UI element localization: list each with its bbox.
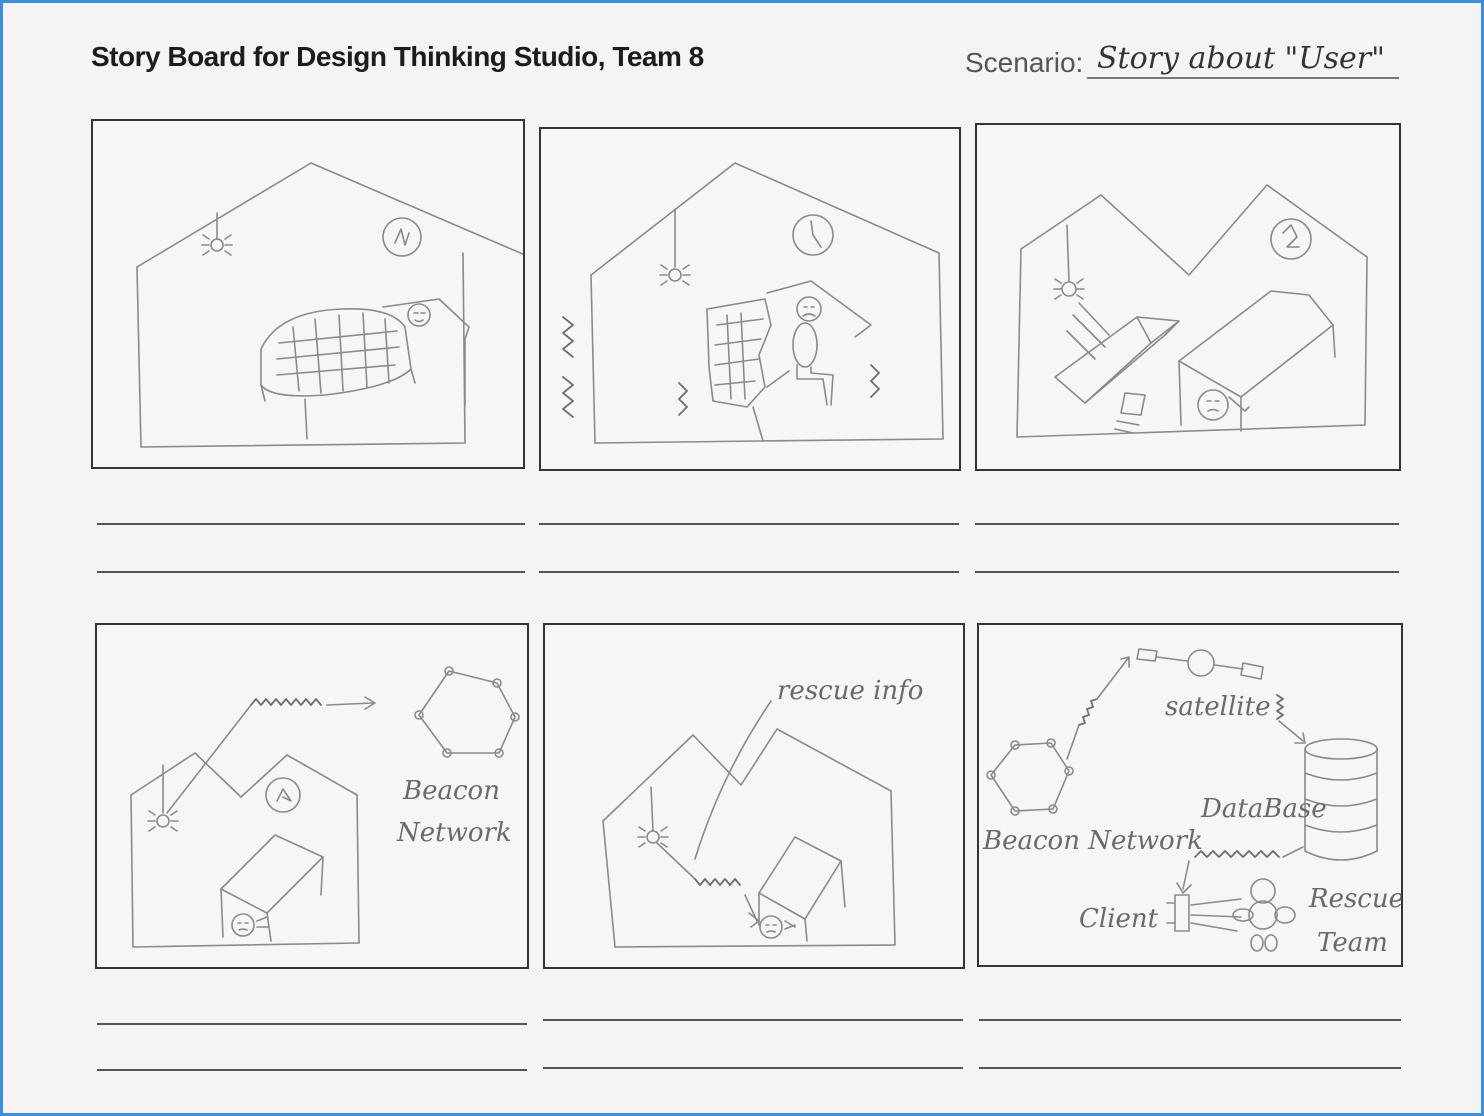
caption-line <box>975 571 1399 573</box>
table-shelter <box>1178 290 1336 432</box>
caption-line <box>97 1023 527 1025</box>
signal-wave-up <box>1066 656 1130 760</box>
trapped-person-icon <box>231 913 270 937</box>
spider-icon <box>1053 224 1085 300</box>
spider-icon <box>147 764 179 832</box>
satellite-label: satellite <box>1165 692 1270 722</box>
beacon-label: Beacon <box>402 776 500 806</box>
caption-line <box>979 1019 1401 1021</box>
sleeping-person-icon <box>407 303 431 327</box>
collapsed-house-outline <box>130 752 360 948</box>
spider-icon <box>637 786 669 848</box>
rescue-info-label: rescue info <box>777 676 923 706</box>
sketch-rescue-info: rescue info <box>602 676 923 948</box>
caption-line <box>975 523 1399 525</box>
sketch-sleeping-in-bed <box>136 162 523 448</box>
signal-wave-down <box>1276 694 1306 744</box>
clock-icon <box>792 214 834 256</box>
rescue-label: Rescue <box>1308 884 1401 914</box>
database-label: DataBase <box>1200 794 1327 824</box>
sketch-system-flow: satellite DataBase Beacon Network Client… <box>982 648 1401 958</box>
spider-icon <box>659 208 691 286</box>
scenario-underline <box>1087 77 1399 79</box>
caption-line <box>97 1069 527 1071</box>
signal-lines <box>656 700 772 928</box>
hexagon-network-icon <box>414 666 520 758</box>
storyboard-panel-5: rescue info <box>543 623 965 969</box>
bed <box>260 298 470 440</box>
rescue-team-icon <box>1190 878 1296 952</box>
beacon-network-label: Beacon Network <box>982 826 1203 856</box>
team-label: Team <box>1317 928 1388 958</box>
storyboard-panel-6: satellite DataBase Beacon Network Client… <box>977 623 1403 967</box>
storyboard-sheet: Story Board for Design Thinking Studio, … <box>0 0 1484 1116</box>
falling-bed <box>1054 302 1180 434</box>
table-shelter <box>220 834 324 942</box>
caption-line <box>539 571 959 573</box>
clock-icon <box>1270 218 1312 260</box>
house-outline <box>590 162 944 444</box>
caption-line <box>97 571 525 573</box>
collapsed-house-outline <box>1016 184 1368 438</box>
storyboard-panel-3 <box>975 123 1401 471</box>
clock-icon <box>382 217 422 257</box>
spider-icon <box>201 212 233 256</box>
clock-icon <box>265 777 301 813</box>
caption-line <box>543 1067 963 1069</box>
table-shelter <box>758 836 846 942</box>
caption-line <box>979 1067 1401 1069</box>
satellite-icon <box>1136 648 1264 680</box>
caption-line <box>543 1019 963 1021</box>
scared-person-icon <box>792 296 834 406</box>
sketch-house-collapse-trapped <box>1016 184 1368 438</box>
caption-line <box>97 523 525 525</box>
broken-bed <box>706 280 872 442</box>
scenario-value: Story about "User" <box>1097 41 1385 76</box>
sketch-earthquake-waking <box>562 162 944 444</box>
caption-line <box>539 523 959 525</box>
trapped-person-icon <box>759 915 796 939</box>
storyboard-panel-4: Beacon Network <box>95 623 529 969</box>
client-label: Client <box>1079 904 1159 934</box>
hexagon-network-icon <box>986 738 1074 816</box>
storyboard-panel-2 <box>539 127 961 471</box>
network-label: Network <box>396 818 512 848</box>
page-title: Story Board for Design Thinking Studio, … <box>91 41 704 72</box>
sketch-beacon-signal: Beacon Network <box>130 666 520 948</box>
client-device-icon <box>1166 894 1190 932</box>
scenario-label: Scenario: <box>965 47 1084 78</box>
storyboard-panel-1 <box>91 119 525 469</box>
